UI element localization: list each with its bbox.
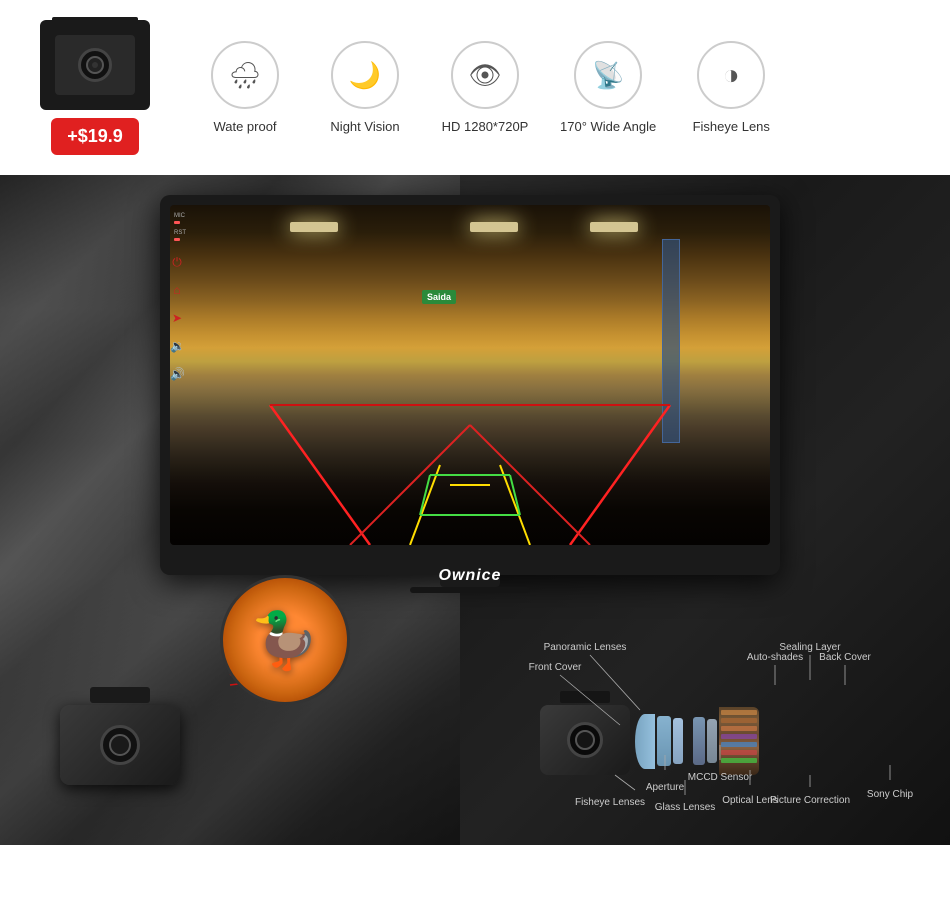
camera-image (40, 20, 150, 110)
sony-chip-label: Sony Chip (867, 789, 914, 800)
monitor-screen: Saida (170, 205, 770, 545)
bottom-camera-body (60, 705, 180, 785)
rst-label: RST (174, 230, 186, 236)
vol-down-icon[interactable]: 🔉 (170, 339, 184, 353)
camera-lens-dot (92, 62, 98, 68)
diagram-labels-svg: Auto-shades Sealing Layer Back Cover Pan… (510, 525, 930, 825)
feature-wide-angle: 📡 170° Wide Angle (560, 41, 656, 134)
top-section: +$19.9 🌧 Wate proof 🌙 Night Vision 👁 HD … (0, 0, 950, 175)
glass-lenses-label: Glass Lenses (655, 802, 716, 813)
night-vision-icon: 🌙 (331, 41, 399, 109)
fisheye-icon: ◑ (697, 41, 765, 109)
bottom-camera-lens (100, 725, 140, 765)
bottom-section: MIC RST ⏻ ⌂ ➤ 🔉 🔊 Said (0, 175, 950, 845)
waterproof-label: Wate proof (213, 119, 276, 134)
feature-waterproof: 🌧 Wate proof (200, 41, 290, 134)
fisheye-lenses-label: Fisheye Lenses (575, 797, 645, 808)
wide-angle-icon: 📡 (574, 41, 642, 109)
mic-label: MIC RST (174, 213, 186, 241)
auto-shades-label: Auto-shades (747, 652, 803, 663)
camera-mount (60, 17, 130, 33)
sidebar-icons: ⏻ ⌂ ➤ 🔉 🔊 (170, 255, 184, 381)
duck-emoji: 🦆 (251, 608, 319, 673)
feature-night-vision: 🌙 Night Vision (320, 41, 410, 134)
mccd-sensor-label: MCCD Sensor (688, 772, 753, 783)
rst-indicator (174, 238, 180, 241)
front-cover-label: Front Cover (529, 662, 582, 673)
power-icon[interactable]: ⏻ (170, 255, 184, 269)
aperture-label: Aperture (646, 782, 685, 793)
feature-fisheye: ◑ Fisheye Lens (686, 41, 776, 134)
wide-angle-label: 170° Wide Angle (560, 119, 656, 134)
monitor-frame: MIC RST ⏻ ⌂ ➤ 🔉 🔊 Said (160, 195, 780, 575)
vol-up-icon[interactable]: 🔊 (170, 367, 184, 381)
hd-icon: 👁 (451, 41, 519, 109)
home-icon[interactable]: ⌂ (170, 283, 184, 297)
diagram-section: Auto-shades Sealing Layer Back Cover Pan… (510, 525, 930, 825)
bottom-camera-lens-inner (109, 734, 131, 756)
panoramic-lenses-label: Panoramic Lenses (544, 642, 627, 653)
fisheye-circle: 🦆 (220, 575, 350, 705)
camera-body (55, 35, 135, 95)
price-badge[interactable]: +$19.9 (51, 118, 139, 155)
monitor-brand: Ownice (439, 567, 502, 585)
fisheye-label: Fisheye Lens (693, 119, 770, 134)
feature-hd: 👁 HD 1280*720P (440, 41, 530, 134)
night-vision-label: Night Vision (330, 119, 399, 134)
mic-indicator (174, 221, 180, 224)
waterproof-icon: 🌧 (211, 41, 279, 109)
camera-thumbnail: +$19.9 (30, 20, 160, 155)
camera-lens (78, 48, 112, 82)
picture-correction-label: Picture Correction (770, 795, 850, 806)
features-row: 🌧 Wate proof 🌙 Night Vision 👁 HD 1280*72… (200, 41, 920, 134)
nav-icon[interactable]: ➤ (170, 311, 184, 325)
guide-lines-svg (170, 205, 770, 545)
back-cover-label: Back Cover (819, 652, 871, 663)
hd-label: HD 1280*720P (442, 119, 529, 134)
camera-lens-inner (86, 56, 104, 74)
